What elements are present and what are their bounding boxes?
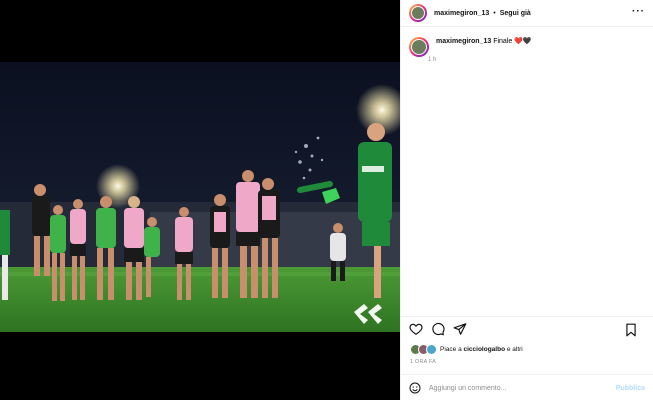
likes-text: Piace a cicciologalbo e altri <box>440 346 523 353</box>
header-username[interactable]: maximegiron_13 <box>434 10 489 17</box>
liker-username[interactable]: cicciologalbo <box>464 346 506 353</box>
post-photo[interactable] <box>0 62 400 332</box>
celebration-photo <box>0 62 400 332</box>
post-sidebar: maximegiron_13 • Segui già ··· maximegir… <box>400 0 653 400</box>
caption-avatar[interactable] <box>409 37 429 57</box>
liker-avatar <box>426 344 437 355</box>
separator-dot: • <box>493 9 496 17</box>
post-media[interactable] <box>0 0 400 400</box>
follow-button[interactable]: Segui già <box>500 10 531 17</box>
caption-username[interactable]: maximegiron_13 <box>436 38 491 45</box>
caption-time: 1 h <box>428 57 437 63</box>
share-icon[interactable] <box>453 322 467 336</box>
emoji-icon[interactable] <box>409 382 421 394</box>
heart-icon[interactable] <box>409 322 423 336</box>
caption-comment: maximegiron_13 Finale ❤️🖤 <box>401 27 653 57</box>
post-date: 1 ORA FA <box>410 359 437 365</box>
comment-icon[interactable] <box>431 322 445 336</box>
post-header: maximegiron_13 • Segui già ··· <box>401 0 653 27</box>
comment-bar: Aggiungi un commento... Pubblica <box>401 374 653 401</box>
caption-text: Finale ❤️🖤 <box>493 38 532 45</box>
action-bar <box>401 316 653 341</box>
likes-summary[interactable]: Piace a cicciologalbo e altri <box>410 344 523 355</box>
more-options-icon[interactable]: ··· <box>632 6 645 17</box>
comment-input[interactable]: Aggiungi un commento... <box>429 385 616 392</box>
instagram-post: maximegiron_13 • Segui già ··· maximegir… <box>0 0 653 400</box>
bookmark-icon[interactable] <box>625 323 637 337</box>
avatar[interactable] <box>409 4 427 22</box>
publish-button[interactable]: Pubblica <box>616 385 645 392</box>
